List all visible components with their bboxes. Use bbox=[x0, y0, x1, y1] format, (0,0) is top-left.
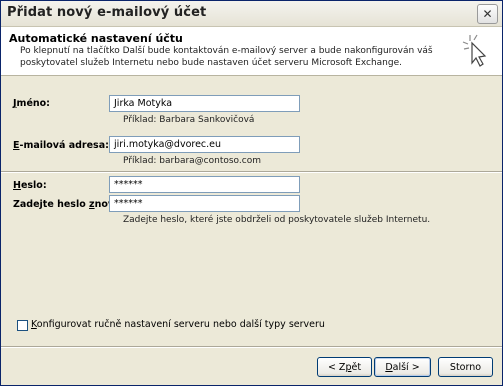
name-field[interactable]: Jirka Motyka bbox=[109, 95, 300, 112]
password-label: Heslo: bbox=[13, 180, 47, 191]
name-hint: Příklad: Barbara Sankovičová bbox=[123, 115, 255, 125]
email-label: E-mailová adresa: bbox=[13, 140, 109, 151]
header-panel: Automatické nastavení účtu Po klepnutí n… bbox=[1, 27, 502, 76]
close-icon: ✕ bbox=[482, 7, 493, 21]
back-button[interactable]: < Zp ět bbox=[317, 357, 372, 377]
separator bbox=[1, 171, 502, 173]
add-email-account-dialog: Přidat nový e-mailový účet ✕ Automatické… bbox=[0, 0, 503, 386]
cancel-button-label: Storno bbox=[449, 361, 482, 373]
manual-config-label[interactable]: Konfigurovat ručně nastavení serveru neb… bbox=[31, 319, 325, 330]
footer-separator bbox=[1, 346, 502, 348]
header-title: Automatické nastavení účtu bbox=[9, 32, 183, 45]
next-button-suffix: alší > bbox=[392, 361, 420, 373]
password-field[interactable]: ****** bbox=[109, 176, 300, 193]
cancel-button[interactable]: Storno bbox=[438, 357, 493, 377]
password-confirm-label: Zadejte heslo znovu: bbox=[13, 199, 125, 210]
title-bar[interactable]: Přidat nový e-mailový účet ✕ bbox=[1, 1, 502, 27]
next-button-mnemonic: D bbox=[385, 361, 393, 373]
back-button-prefix: < Z bbox=[327, 361, 346, 373]
next-button[interactable]: Další > bbox=[374, 357, 431, 377]
name-label: Jméno: bbox=[13, 98, 50, 109]
header-description: Po klepnutí na tlačítko Další bude konta… bbox=[20, 46, 433, 68]
password-confirm-field[interactable]: ****** bbox=[109, 195, 300, 212]
password-hint: Zadejte heslo, které jste obdrželi od po… bbox=[123, 215, 431, 225]
sparkle-cursor-icon bbox=[462, 34, 487, 67]
manual-config-checkbox[interactable] bbox=[17, 320, 28, 331]
email-hint: Příklad: barbara@contoso.com bbox=[123, 156, 261, 166]
close-button[interactable]: ✕ bbox=[477, 4, 498, 24]
window-title: Přidat nový e-mailový účet bbox=[7, 5, 207, 20]
email-field[interactable]: jiri.motyka@dvorec.eu bbox=[109, 136, 300, 153]
back-button-suffix: ět bbox=[351, 361, 362, 373]
